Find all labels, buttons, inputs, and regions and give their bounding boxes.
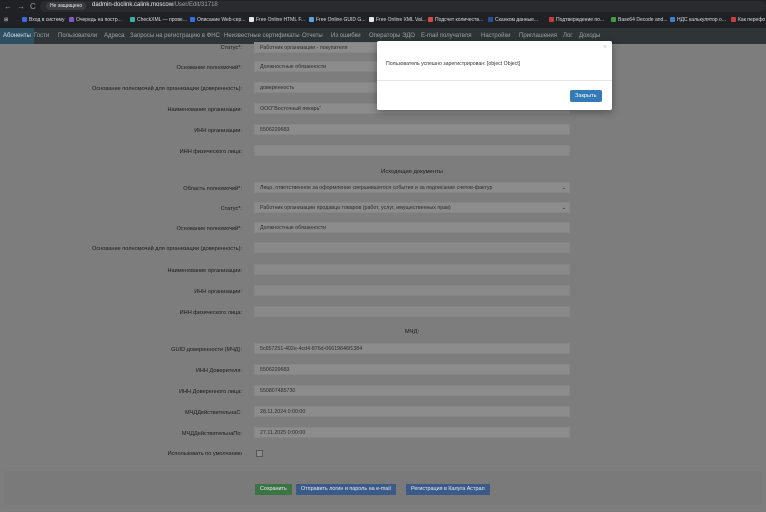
nav-item-guests[interactable]: Гости bbox=[34, 33, 49, 39]
out-org-inn-label: ИНН организации: bbox=[194, 289, 242, 295]
out-person-inn-field[interactable] bbox=[254, 306, 570, 317]
nav-item-unknown-certs[interactable]: Неизвестные сертификаты bbox=[224, 33, 300, 39]
out-person-inn-label: ИНН физического лица: bbox=[179, 310, 242, 316]
nav-item-settings[interactable]: Настройки bbox=[481, 33, 510, 39]
back-icon[interactable]: ← bbox=[4, 2, 12, 11]
bookmark-item[interactable]: Free Online HTML F... bbox=[249, 17, 305, 23]
bookmark-item[interactable]: CheckXML — прове... bbox=[130, 17, 187, 23]
browser-toolbar: ← → C Не защищено dadmin-doclink.calink.… bbox=[0, 0, 766, 13]
register-kaluga-astral-button[interactable]: Регистрация в Калуга Астрал bbox=[406, 484, 490, 495]
nav-item-income[interactable]: Доходы bbox=[579, 33, 600, 39]
bookmark-favicon-icon bbox=[369, 17, 374, 22]
nav-item-log[interactable]: Лог bbox=[563, 33, 572, 39]
bookmark-item[interactable]: НДС калькулятор о... bbox=[670, 17, 726, 23]
mchd-valid-to-field[interactable]: 27.11.2025 0:00:00 bbox=[254, 427, 570, 438]
nav-item-edo-operators[interactable]: Операторы ЭДО bbox=[369, 33, 415, 39]
person-inn-field[interactable] bbox=[254, 145, 570, 156]
forward-icon[interactable]: → bbox=[17, 2, 25, 11]
nav-item-addresses[interactable]: Адреса bbox=[104, 33, 125, 39]
bookmark-item[interactable]: Очередь на постр... bbox=[69, 17, 122, 23]
out-org-name-field[interactable] bbox=[254, 264, 570, 275]
principal-inn-label: ИНН Доверителя: bbox=[195, 368, 242, 374]
out-authority-basis-field[interactable]: Должностные обязанности bbox=[254, 222, 570, 233]
bookmark-favicon-icon bbox=[731, 17, 736, 22]
authority-basis-label: Основание полномочий*: bbox=[176, 65, 242, 71]
mchd-valid-from-label: МЧДДействительнаС: bbox=[185, 410, 242, 416]
url-text[interactable]: dadmin-doclink.calink.moscow/User/Edit/3… bbox=[92, 2, 218, 8]
bookmark-item[interactable]: Free Online XML Val... bbox=[369, 17, 426, 23]
org-inn-field[interactable]: 5506229683 bbox=[254, 124, 570, 135]
close-icon[interactable]: × bbox=[603, 44, 607, 51]
bookmark-favicon-icon bbox=[69, 17, 74, 22]
org-inn-label: ИНН организации: bbox=[194, 128, 242, 134]
chevron-down-icon: ⌄ bbox=[561, 205, 566, 211]
bookmark-item[interactable]: Base64 Decode and... bbox=[611, 17, 667, 23]
bookmark-favicon-icon bbox=[670, 17, 675, 22]
user-edit-page bbox=[0, 44, 766, 512]
bookmark-item[interactable]: Описание Web-сер... bbox=[190, 17, 245, 23]
mchd-valid-from-field[interactable]: 28.11.2024 0:00:00 bbox=[254, 406, 570, 417]
save-button[interactable]: Сохранить bbox=[255, 484, 292, 495]
out-status-label: Статус*: bbox=[220, 206, 242, 212]
chevron-down-icon: ⌄ bbox=[561, 185, 566, 191]
bookmark-item[interactable]: Free Online GUID G... bbox=[309, 17, 365, 23]
out-scope-select[interactable]: Лицо, ответственное за оформление сверши… bbox=[254, 182, 570, 193]
bookmark-favicon-icon bbox=[309, 17, 314, 22]
bookmark-item[interactable]: Подтверждение по... bbox=[549, 17, 604, 23]
attorney-inn-field[interactable]: 550807485730 bbox=[254, 385, 570, 396]
bookmark-item[interactable]: Как перефо bbox=[731, 17, 765, 23]
nav-item-email-recipients[interactable]: E-mail получателя bbox=[421, 33, 472, 39]
principal-inn-field[interactable]: 5506229683 bbox=[254, 364, 570, 375]
org-name-label: Наименование организации: bbox=[167, 107, 242, 113]
apps-grid-icon[interactable]: ⊞ bbox=[4, 17, 8, 23]
nav-item-reports[interactable]: Отчеты bbox=[302, 33, 323, 39]
org-authority-basis-label: Основание полномочий для организации (до… bbox=[92, 86, 242, 92]
nav-item-fns-requests[interactable]: Запросы на регистрацию в ФНС bbox=[130, 33, 220, 39]
reload-icon[interactable]: C bbox=[30, 2, 36, 11]
bookmark-favicon-icon bbox=[488, 17, 493, 22]
bookmark-favicon-icon bbox=[22, 17, 27, 22]
bookmarks-bar: ⊞ Вход в систему Очередь на постр... Che… bbox=[0, 13, 766, 28]
out-org-authority-label: Основание полномочий для организации (до… bbox=[92, 246, 242, 252]
modal-message: Пользователь успешно зарегистрирован: [o… bbox=[386, 61, 521, 67]
out-org-name-label: Наименование организации: bbox=[167, 268, 242, 274]
out-org-authority-field[interactable] bbox=[254, 242, 570, 253]
use-default-label: Использовать по умолчанию bbox=[167, 451, 242, 457]
status-label: Статус*: bbox=[220, 45, 242, 51]
mchd-guid-label: GUID доверенности (МЧД): bbox=[171, 347, 242, 353]
bookmark-favicon-icon bbox=[549, 17, 554, 22]
out-status-select[interactable]: Работник организации продавца товаров (р… bbox=[254, 202, 570, 213]
modal-divider bbox=[377, 80, 612, 81]
mchd-guid-field[interactable]: 5c657251-402e-4cd4-876d-06619646f1384 bbox=[254, 343, 570, 354]
attorney-inn-label: ИНН Доверенного лица: bbox=[179, 389, 242, 395]
nav-item-abonents[interactable]: Абоненты bbox=[0, 28, 34, 44]
bookmark-favicon-icon bbox=[130, 17, 135, 22]
nav-item-users[interactable]: Пользователи bbox=[58, 33, 97, 39]
out-authority-basis-label: Основание полномочий*: bbox=[176, 226, 242, 232]
bookmark-favicon-icon bbox=[249, 17, 254, 22]
out-org-inn-field[interactable] bbox=[254, 285, 570, 296]
security-warning[interactable]: Не защищено bbox=[46, 2, 87, 10]
out-scope-label: Область полномочий*: bbox=[183, 186, 242, 192]
bookmark-item[interactable]: Подсчет количеств... bbox=[428, 17, 483, 23]
send-login-email-button[interactable]: Отправить логин и пароль на e-mail bbox=[296, 484, 396, 495]
nav-item-errors[interactable]: Из ошибки bbox=[331, 33, 361, 39]
mchd-valid-to-label: МЧДДействительнаПо: bbox=[181, 431, 242, 437]
outgoing-docs-heading: Исходящие документы bbox=[381, 169, 443, 175]
use-default-checkbox[interactable] bbox=[256, 450, 263, 457]
bookmark-favicon-icon bbox=[428, 17, 433, 22]
modal-close-button[interactable]: Закрыть bbox=[570, 90, 602, 102]
bookmark-favicon-icon bbox=[611, 17, 616, 22]
mchd-heading: МЧД: bbox=[404, 329, 420, 335]
bookmark-item[interactable]: Вход в систему bbox=[22, 17, 65, 23]
bookmark-favicon-icon bbox=[190, 17, 195, 22]
person-inn-label: ИНН физического лица: bbox=[179, 149, 242, 155]
nav-item-invitations[interactable]: Приглашения bbox=[519, 33, 557, 39]
success-modal: × Пользователь успешно зарегистрирован: … bbox=[377, 41, 612, 110]
bookmark-item[interactable]: Сканком данные... bbox=[488, 17, 538, 23]
